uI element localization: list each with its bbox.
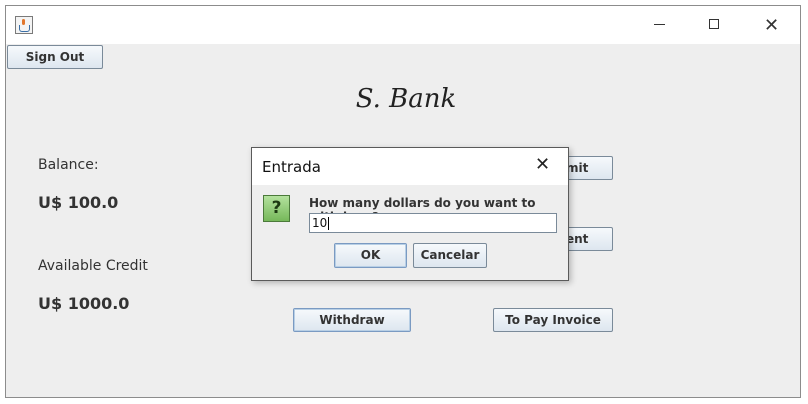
payment-button-label: ent <box>566 232 589 246</box>
available-credit-label: Available Credit <box>38 258 148 274</box>
ok-button[interactable]: OK <box>334 243 407 268</box>
dialog-title-bar[interactable]: Entrada ✕ <box>252 148 568 185</box>
minimize-button[interactable] <box>636 6 682 44</box>
maximize-button[interactable] <box>691 6 737 44</box>
close-icon: ✕ <box>764 15 780 36</box>
balance-label: Balance: <box>38 157 99 173</box>
to-pay-invoice-button[interactable]: To Pay Invoice <box>493 308 613 332</box>
maximize-icon <box>709 19 719 29</box>
withdraw-amount-value: 10 <box>312 216 328 230</box>
deposit-button-label: mit <box>566 161 589 175</box>
withdraw-button[interactable]: Withdraw <box>293 308 411 332</box>
dialog-title: Entrada <box>262 158 321 176</box>
sign-out-button[interactable]: Sign Out <box>7 45 103 69</box>
input-dialog: Entrada ✕ ? How many dollars do you want… <box>251 147 569 281</box>
available-credit-value: U$ 1000.0 <box>38 294 130 313</box>
cancel-button[interactable]: Cancelar <box>413 243 487 268</box>
text-caret <box>328 217 330 230</box>
dialog-close-icon[interactable]: ✕ <box>535 154 550 175</box>
java-app-icon[interactable] <box>15 16 33 34</box>
withdraw-amount-input[interactable]: 10 <box>309 213 557 233</box>
bank-title: S. Bank <box>355 84 457 114</box>
title-bar[interactable]: ✕ <box>6 6 800 44</box>
minimize-icon <box>654 24 665 25</box>
balance-value: U$ 100.0 <box>38 193 119 212</box>
close-button[interactable]: ✕ <box>748 6 794 44</box>
question-icon: ? <box>263 195 290 222</box>
java-cup-shape <box>19 25 30 32</box>
